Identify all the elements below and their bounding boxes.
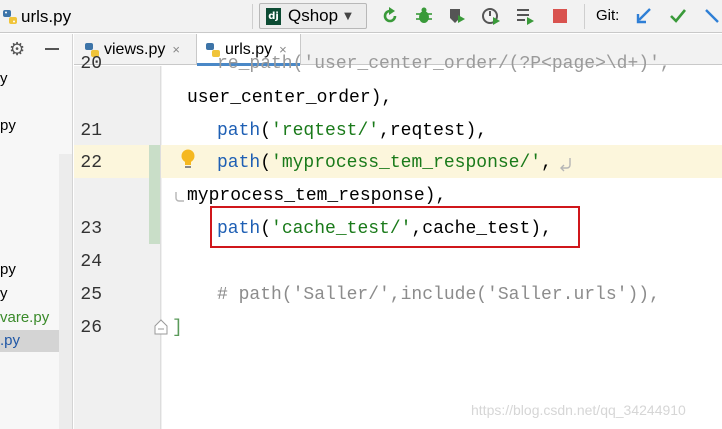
code-text: , xyxy=(541,153,552,173)
project-tree-item[interactable]: vare.py xyxy=(0,307,49,329)
debug-button[interactable] xyxy=(414,6,434,26)
breadcrumb-file-label: urls.py xyxy=(21,6,72,26)
code-line[interactable]: path('myprocess_tem_response/', xyxy=(217,153,552,173)
code-line[interactable]: path('reqtest/',reqtest), xyxy=(217,121,487,141)
code-paren: ( xyxy=(260,121,272,141)
main-toolbar: urls.py dj Qshop ▼ Git: xyxy=(0,0,722,33)
line-number: 23 xyxy=(80,219,102,239)
minimize-icon[interactable] xyxy=(45,48,59,50)
debug-icon xyxy=(416,7,432,23)
code-line[interactable]: user_center_order), xyxy=(187,88,392,108)
fold-icon[interactable] xyxy=(153,318,169,336)
rerun-icon xyxy=(383,7,397,23)
code-string: 'myprocess_tem_response/' xyxy=(271,153,542,173)
python-file-icon xyxy=(3,9,17,24)
code-line[interactable]: re_path('user_center_order/(?P<page>\d+)… xyxy=(217,54,671,74)
project-panel-scrollbar[interactable] xyxy=(59,154,72,429)
project-tree-item[interactable]: y xyxy=(0,68,8,90)
git-update-button[interactable] xyxy=(634,6,654,26)
concurrency-button[interactable] xyxy=(515,6,535,26)
code-string: 'reqtest/' xyxy=(271,121,380,141)
code-line[interactable]: myprocess_tem_response), xyxy=(187,186,446,206)
tab-label: views.py xyxy=(104,40,166,58)
gutter-divider xyxy=(160,66,161,429)
concurrency-icon xyxy=(517,9,534,25)
line-number: 20 xyxy=(80,54,102,74)
line-number: 21 xyxy=(80,121,102,141)
code-line-comment[interactable]: # path('Saller/',include('Saller.urls'))… xyxy=(217,285,660,305)
code-function: path xyxy=(217,153,261,173)
run-configuration-select[interactable]: dj Qshop ▼ xyxy=(259,3,367,29)
soft-wrap-icon xyxy=(560,158,571,172)
toolbar-divider xyxy=(252,4,253,29)
rerun-button[interactable] xyxy=(380,6,400,26)
code-function: re_path xyxy=(217,54,293,74)
django-icon: dj xyxy=(266,7,281,25)
update-project-icon xyxy=(636,8,651,24)
gear-icon[interactable]: ⚙ xyxy=(9,39,25,60)
toolbar-divider xyxy=(584,4,585,29)
git-commit-button[interactable] xyxy=(668,6,688,26)
commit-icon xyxy=(670,9,687,23)
code-function: path xyxy=(217,121,261,141)
stop-button[interactable] xyxy=(550,6,570,26)
project-panel-toolbar: ⚙ xyxy=(0,34,72,64)
close-icon[interactable]: × xyxy=(172,42,180,57)
code-paren: ( xyxy=(260,153,272,173)
coverage-button[interactable] xyxy=(447,6,467,26)
project-tree-item[interactable]: py xyxy=(0,259,16,281)
line-number: 26 xyxy=(80,318,102,338)
soft-wrap-icon xyxy=(175,192,184,202)
breadcrumb-file[interactable]: urls.py xyxy=(0,0,71,33)
chevron-down-icon: ▼ xyxy=(344,10,352,22)
profile-button[interactable] xyxy=(481,6,501,26)
project-tree-item[interactable]: y xyxy=(0,283,8,305)
stop-icon xyxy=(553,9,567,23)
project-tree-item[interactable]: py xyxy=(0,115,16,137)
code-text: ,reqtest), xyxy=(379,121,488,141)
line-number: 25 xyxy=(80,285,102,305)
annotation-highlight-box xyxy=(210,206,580,248)
run-configuration-label: Qshop xyxy=(288,6,339,25)
coverage-icon xyxy=(450,9,465,23)
history-icon xyxy=(705,9,719,23)
git-history-button[interactable] xyxy=(702,6,722,26)
code-text: ('user_center_order/(?P<page>\d+)', xyxy=(292,54,671,74)
vcs-change-marker[interactable] xyxy=(149,145,160,244)
project-panel: ⚙ y py py y vare.py .py xyxy=(0,34,73,429)
watermark: https://blog.csdn.net/qq_34244910 xyxy=(471,402,686,418)
line-number: 22 xyxy=(80,153,102,173)
lightbulb-icon[interactable] xyxy=(179,148,197,170)
line-number: 24 xyxy=(80,252,102,272)
code-line[interactable]: ] xyxy=(172,318,183,338)
profile-icon xyxy=(482,8,500,25)
git-label: Git: xyxy=(596,7,620,24)
